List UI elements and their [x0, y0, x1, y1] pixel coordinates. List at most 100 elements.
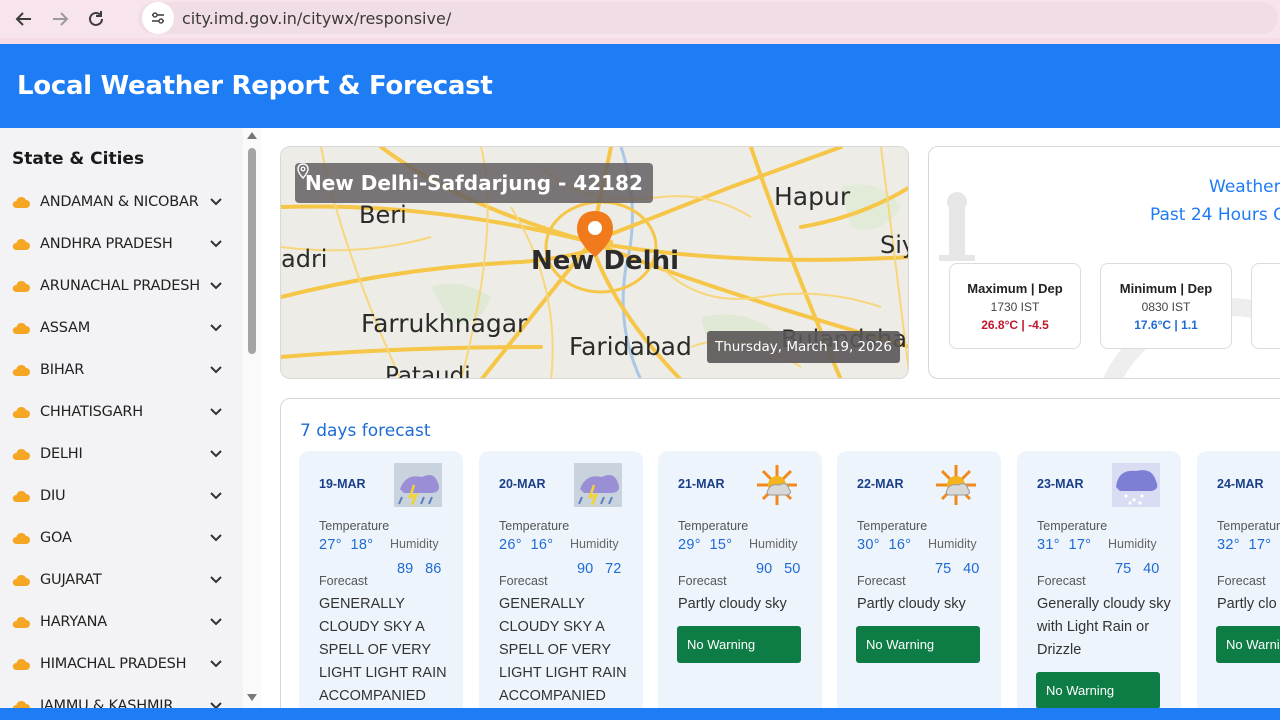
- station-map[interactable]: Beri Hapur adri New Delhi Siy Farrukhnag…: [280, 146, 909, 379]
- min-temp: 15°: [709, 537, 733, 553]
- sidebar-state-item[interactable]: ARUNACHAL PRADESH: [0, 265, 243, 307]
- bottom-bar: [0, 708, 1280, 720]
- forecast-day-card[interactable]: 24-MARTemperature32° 17°Humidity Forecas…: [1197, 451, 1280, 708]
- sidebar-state-item[interactable]: HIMACHAL PRADESH: [0, 643, 243, 685]
- temperature-values: 27° 18°: [319, 537, 373, 553]
- warning-badge[interactable]: No Warning: [856, 626, 980, 663]
- chevron-down-icon[interactable]: [208, 363, 224, 377]
- humidity-values: 90 50: [756, 561, 800, 577]
- forecast-date: 19-MAR: [319, 477, 366, 491]
- sidebar-scrollbar[interactable]: [243, 128, 261, 708]
- cloud-icon: [12, 280, 30, 292]
- forecast-day-card[interactable]: 23-MAR Temperature 31° 17° Humidity 75 40 For…: [1017, 451, 1181, 708]
- station-name-badge: New Delhi-Safdarjung - 42182: [295, 163, 653, 203]
- browser-toolbar: city.imd.gov.in/citywx/responsive/: [0, 0, 1280, 38]
- max-temp-value: 26.8°C | -4.5: [981, 318, 1049, 332]
- address-bar[interactable]: city.imd.gov.in/citywx/responsive/: [138, 2, 1278, 34]
- chevron-down-icon[interactable]: [208, 699, 224, 708]
- weather-summary-card: Weather Past 24 Hours Ov Maximum | Dep 1…: [928, 146, 1280, 379]
- sidebar-state-label: ARUNACHAL PRADESH: [40, 278, 200, 294]
- forecast-day-card[interactable]: 19-MAR Temperature 27° 18° Humidity 89 86 For…: [299, 451, 463, 708]
- temperature-values: 32° 17°: [1217, 537, 1271, 553]
- humidity-1: 75: [935, 561, 952, 577]
- sidebar-state-item[interactable]: DELHI: [0, 433, 243, 475]
- map-place-label: Pataudi: [385, 363, 471, 379]
- forecast-date: 21-MAR: [678, 477, 725, 491]
- chevron-down-icon[interactable]: [208, 195, 224, 209]
- sidebar-state-label: GUJARAT: [40, 572, 102, 588]
- map-place-label: New Delhi: [531, 246, 679, 276]
- cloud-icon: [12, 490, 30, 502]
- site-info-icon[interactable]: [142, 2, 174, 34]
- map-place-label: Faridabad: [569, 332, 692, 361]
- sidebar-state-item[interactable]: ANDHRA PRADESH: [0, 223, 243, 265]
- sidebar-state-item[interactable]: ANDAMAN & NICOBAR: [0, 181, 243, 223]
- sidebar-state-item[interactable]: CHHATISGARH: [0, 391, 243, 433]
- max-temp: 31°: [1037, 537, 1060, 553]
- sidebar-state-label: ANDAMAN & NICOBAR: [40, 194, 199, 210]
- forward-button[interactable]: [48, 7, 72, 31]
- url-text[interactable]: city.imd.gov.in/citywx/responsive/: [182, 9, 451, 28]
- min-temp: 17°: [1068, 537, 1092, 553]
- chevron-down-icon[interactable]: [208, 489, 224, 503]
- weather-panel-subtitle: Past 24 Hours Ov: [1150, 205, 1280, 225]
- warning-badge[interactable]: No Warni: [1216, 626, 1280, 663]
- chevron-down-icon[interactable]: [208, 321, 224, 335]
- sidebar-state-label: GOA: [40, 530, 72, 546]
- chevron-down-icon[interactable]: [208, 237, 224, 251]
- humidity-values: 75 40: [1115, 561, 1159, 577]
- report-date: Thursday, March 19, 2026: [707, 331, 900, 363]
- state-sidebar: State & Cities ANDAMAN & NICOBAR ANDHRA P…: [0, 128, 243, 708]
- humidity-values: 89 86: [397, 561, 441, 577]
- humidity-2: 40: [963, 561, 980, 577]
- forecast-day-card[interactable]: 20-MAR Temperature 26° 16° Humidity 90 72 For…: [479, 451, 643, 708]
- sidebar-state-item[interactable]: DIU: [0, 475, 243, 517]
- scroll-thumb[interactable]: [248, 148, 256, 354]
- forecast-day-card[interactable]: 21-MAR Temperature 29° 15° Humidity 90 50 For…: [658, 451, 822, 708]
- sun-cloud-icon: [757, 465, 797, 505]
- temperature-label: Temperature: [857, 519, 928, 533]
- max-temp: 29°: [678, 537, 701, 553]
- cloud-icon: [12, 658, 30, 670]
- chevron-down-icon[interactable]: [208, 447, 224, 461]
- min-temp-box: Minimum | Dep 0830 IST 17.6°C | 1.1: [1100, 263, 1232, 349]
- max-temp: 26°: [499, 537, 522, 553]
- sidebar-state-item[interactable]: JAMMU & KASHMIR: [0, 685, 243, 708]
- min-temp: 16°: [888, 537, 912, 553]
- forecast-day-card[interactable]: 22-MAR Temperature 30° 16° Humidity 75 40 For…: [837, 451, 1001, 708]
- max-temp-box: Maximum | Dep 1730 IST 26.8°C | -4.5: [949, 263, 1081, 349]
- min-temp-time: 0830 IST: [1141, 300, 1191, 314]
- warning-badge[interactable]: No Warning: [677, 626, 801, 663]
- scroll-down-arrow-icon[interactable]: [247, 694, 257, 701]
- back-button[interactable]: [12, 7, 36, 31]
- sidebar-state-label: JAMMU & KASHMIR: [40, 698, 174, 708]
- cloud-icon: [12, 364, 30, 376]
- sidebar-state-item[interactable]: ASSAM: [0, 307, 243, 349]
- scroll-up-arrow-icon[interactable]: [247, 132, 257, 139]
- chevron-down-icon[interactable]: [208, 615, 224, 629]
- forecast-title: 7 days forecast: [300, 421, 431, 441]
- forecast-text: GENERALLY CLOUDY SKY A SPELL OF VERY LIG…: [499, 596, 627, 704]
- cloud-icon: [12, 700, 30, 708]
- sidebar-state-label: CHHATISGARH: [40, 404, 143, 420]
- chevron-down-icon[interactable]: [208, 405, 224, 419]
- chevron-down-icon[interactable]: [208, 573, 224, 587]
- warning-badge[interactable]: No Warning: [1036, 672, 1160, 708]
- forecast-label: Forecast: [1037, 574, 1086, 588]
- next-metric-box: [1251, 263, 1280, 349]
- chevron-down-icon[interactable]: [208, 531, 224, 545]
- reload-button[interactable]: [84, 7, 108, 31]
- humidity-2: 50: [784, 561, 801, 577]
- sidebar-state-item[interactable]: GOA: [0, 517, 243, 559]
- cloud-icon: [12, 448, 30, 460]
- humidity-label: Humidity: [570, 537, 619, 551]
- sidebar-state-item[interactable]: HARYANA: [0, 601, 243, 643]
- chevron-down-icon[interactable]: [208, 657, 224, 671]
- humidity-label: Humidity: [390, 537, 439, 551]
- sidebar-state-item[interactable]: BIHAR: [0, 349, 243, 391]
- max-temp: 30°: [857, 537, 880, 553]
- sidebar-state-label: BIHAR: [40, 362, 85, 378]
- chevron-down-icon[interactable]: [208, 279, 224, 293]
- cloud-drizzle-icon: [1112, 463, 1160, 507]
- sidebar-state-item[interactable]: GUJARAT: [0, 559, 243, 601]
